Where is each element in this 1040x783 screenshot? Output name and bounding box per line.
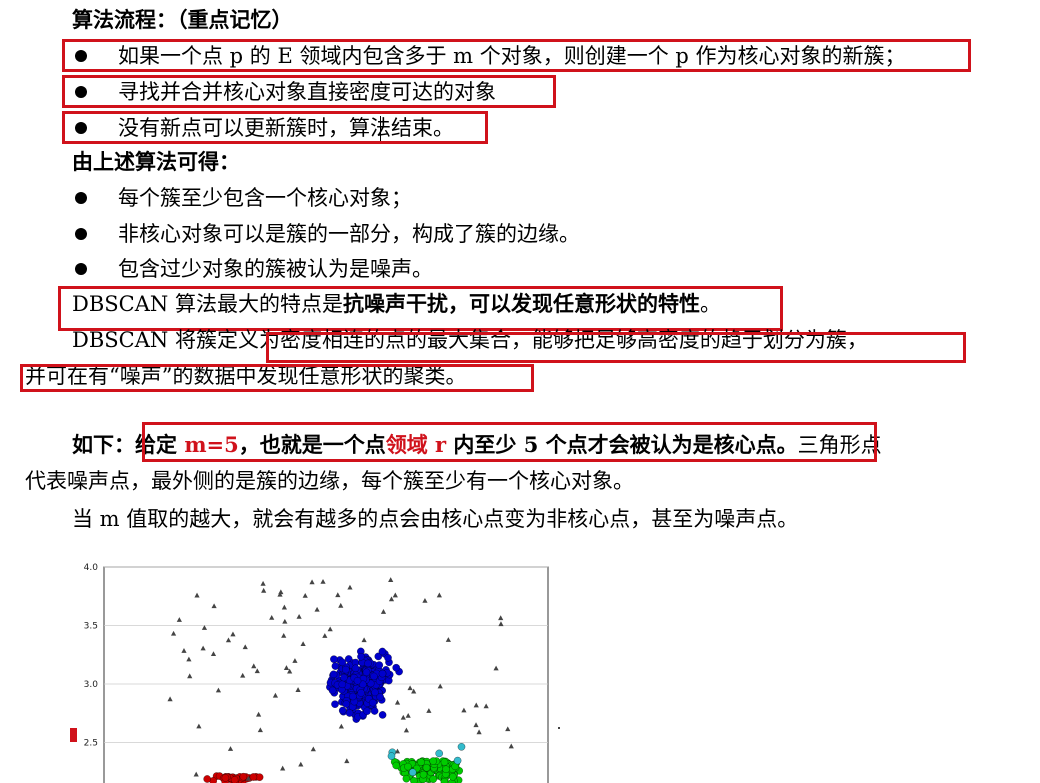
highlight-box-definition-2: [20, 364, 534, 392]
cluster-point: [328, 686, 337, 695]
red-margin-marker: [70, 728, 77, 742]
cluster-point: [370, 707, 379, 715]
cluster-point: [353, 677, 362, 685]
cluster-point: [342, 665, 350, 674]
cluster-point: [440, 758, 449, 766]
cluster-point: [338, 680, 347, 689]
plot-frame: [103, 566, 549, 783]
cluster-point: [378, 669, 387, 678]
cluster-point: [330, 655, 338, 663]
cluster-point: [369, 698, 377, 707]
cluster-point: [392, 663, 400, 672]
cluster-point: [230, 776, 239, 783]
y-tick-label: 4.0: [84, 563, 99, 573]
conclusion-1: 每个簇至少包含一个核心对象；: [118, 186, 412, 210]
cluster-point: [453, 756, 462, 765]
cluster-point: [342, 700, 351, 708]
cluster-point: [331, 662, 340, 670]
note-line: 当 m 值取的越大，就会有越多的点会由核心点变为非核心点，甚至为噪声点。: [72, 507, 799, 531]
cluster-point: [422, 763, 431, 772]
highlight-box-definition-1: [266, 332, 966, 363]
dbscan-scatter-chart: 4.0 3.5 3.0 2.5: [84, 563, 549, 783]
cluster-point: [410, 777, 418, 783]
bullet-icon: [75, 228, 87, 240]
cluster-point: [392, 761, 400, 770]
cluster-point: [457, 743, 466, 751]
cluster-point: [362, 668, 371, 677]
cluster-point: [435, 749, 443, 758]
cluster-point: [419, 770, 428, 779]
cluster-point: [364, 659, 372, 668]
highlight-box-step-3: [62, 111, 488, 144]
cluster-point: [387, 752, 396, 760]
cluster-point: [404, 762, 412, 771]
y-tick-label: 2.5: [84, 739, 98, 749]
cluster-point: [345, 709, 354, 717]
conclusion-2: 非核心对象可以是簇的一部分，构成了簇的边缘。: [118, 222, 580, 246]
cluster-point: [384, 654, 392, 662]
stray-dot: [558, 727, 560, 729]
cluster-point: [402, 774, 411, 783]
cluster-point: [429, 757, 437, 765]
highlight-box-step-2: [62, 75, 556, 108]
example-lead: 如下：: [72, 432, 135, 457]
cluster-point: [371, 688, 379, 697]
y-tick-label: 3.0: [84, 680, 99, 690]
cluster-point: [349, 692, 357, 701]
cluster-point: [221, 774, 230, 782]
cluster-point: [442, 765, 450, 774]
highlight-box-feature: [58, 286, 783, 331]
cluster-point: [370, 672, 378, 681]
cluster-point: [378, 711, 387, 719]
cluster-point: [239, 772, 248, 781]
conclusion-3: 包含过少对象的簇被认为是噪声。: [118, 257, 433, 281]
cluster-point: [449, 773, 457, 781]
cluster-point: [338, 658, 347, 667]
bullet-icon: [75, 263, 87, 275]
cluster-point: [357, 652, 365, 661]
cluster-point: [351, 664, 360, 673]
example-line-2: 代表噪声点，最外侧的是簇的边缘，每个簇至少有一个核心对象。: [25, 469, 634, 493]
cluster-point: [338, 706, 347, 715]
conclusion-title: 由上述算法可得：: [72, 149, 240, 174]
y-tick-label: 3.5: [84, 622, 98, 632]
cluster-point: [203, 775, 211, 783]
section-title: 算法流程：（重点记忆）: [72, 7, 293, 32]
bullet-icon: [75, 192, 87, 204]
cluster-point: [363, 707, 371, 715]
cluster-point: [417, 758, 425, 766]
highlight-box-step-1: [62, 39, 971, 72]
cluster-point: [357, 689, 365, 697]
cluster-point: [249, 773, 258, 781]
cluster-point: [429, 775, 437, 783]
cluster-point: [329, 670, 338, 679]
cluster-point: [378, 647, 387, 656]
cluster-point: [331, 700, 339, 708]
cluster-point: [408, 768, 417, 777]
cluster-point: [340, 673, 348, 682]
highlight-box-example: [142, 422, 877, 462]
cluster-point: [375, 661, 384, 669]
